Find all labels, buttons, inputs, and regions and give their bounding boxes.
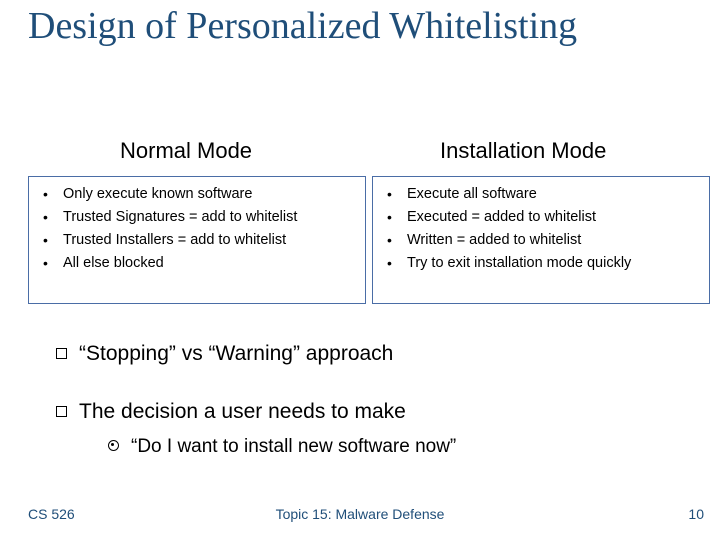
list-item: Trusted Installers = add to whitelist xyxy=(35,231,355,250)
list-item: Only execute known software xyxy=(35,185,355,204)
footer-topic: Topic 15: Malware Defense xyxy=(0,506,720,522)
outline-point-2: The decision a user needs to make xyxy=(56,400,680,424)
square-bullet-icon xyxy=(56,406,67,417)
square-bullet-icon xyxy=(56,348,67,359)
slide-title: Design of Personalized Whitelisting xyxy=(28,6,692,48)
normal-mode-list: Only execute known software Trusted Sign… xyxy=(35,185,355,272)
list-item: Try to exit installation mode quickly xyxy=(379,254,699,273)
outline-text: “Stopping” vs “Warning” approach xyxy=(79,342,393,365)
slide: Design of Personalized Whitelisting Norm… xyxy=(0,0,720,540)
outline-subpoint: “Do I want to install new software now” xyxy=(108,436,456,458)
circle-bullet-icon xyxy=(108,440,119,451)
installation-mode-box: Execute all software Executed = added to… xyxy=(372,176,710,304)
left-column-heading: Normal Mode xyxy=(120,138,252,164)
right-column-heading: Installation Mode xyxy=(440,138,606,164)
outline-text: The decision a user needs to make xyxy=(79,400,406,423)
installation-mode-list: Execute all software Executed = added to… xyxy=(379,185,699,272)
outline-point-1: “Stopping” vs “Warning” approach xyxy=(56,342,680,366)
footer-page-no: 10 xyxy=(688,506,704,522)
list-item: Written = added to whitelist xyxy=(379,231,699,250)
normal-mode-box: Only execute known software Trusted Sign… xyxy=(28,176,366,304)
list-item: All else blocked xyxy=(35,254,355,273)
subpoint-text: “Do I want to install new software now” xyxy=(131,436,456,457)
list-item: Execute all software xyxy=(379,185,699,204)
list-item: Executed = added to whitelist xyxy=(379,208,699,227)
list-item: Trusted Signatures = add to whitelist xyxy=(35,208,355,227)
